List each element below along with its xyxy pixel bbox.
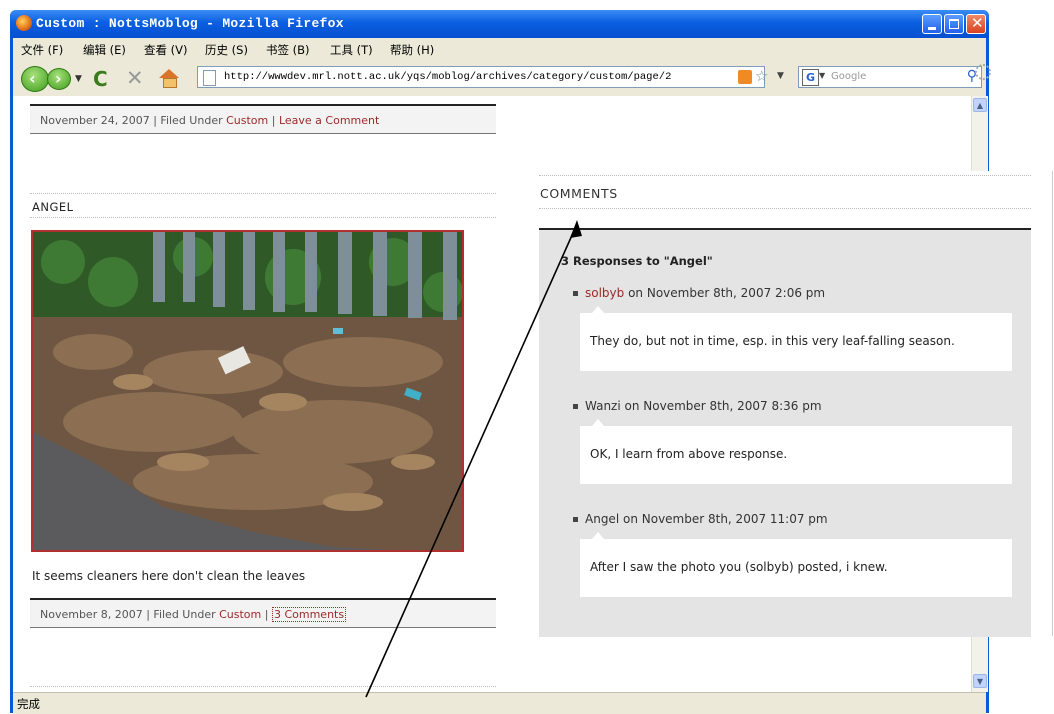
comment-author: Wanzi <box>585 399 621 413</box>
stop-icon[interactable]: ✕ <box>126 66 144 90</box>
filed-under-label: Filed Under <box>160 114 223 127</box>
title-bar: Custom : NottsMoblog - Mozilla Firefox ✕ <box>10 10 989 38</box>
search-box[interactable]: G ▼ Google ⚲ <box>798 66 982 88</box>
search-engine-dropdown-icon[interactable]: ▼ <box>819 71 825 80</box>
status-bar: 完成 <box>13 692 986 714</box>
divider <box>30 217 496 218</box>
comment-author-link[interactable]: solbyb <box>585 286 624 300</box>
home-icon-body <box>163 78 177 88</box>
category-link[interactable]: Custom <box>226 114 268 127</box>
address-bar[interactable]: http://wwwdev.mrl.nott.ac.uk/yqs/moblog/… <box>197 66 784 88</box>
post-caption: It seems cleaners here don't clean the l… <box>32 569 306 583</box>
bookmark-star-icon[interactable]: ☆ <box>755 67 768 85</box>
forward-button[interactable]: › <box>47 68 71 90</box>
menu-bookmarks[interactable]: 书签 (B) <box>266 42 310 58</box>
navigation-toolbar: ‹ › ▼ C ✕ http://wwwdev.mrl.nott.ac.uk/y… <box>13 60 991 97</box>
comment-header: Wanzi on November 8th, 2007 8:36 pm <box>573 399 822 413</box>
bullet-icon <box>573 517 578 522</box>
post-date: November 8, 2007 <box>40 608 143 621</box>
leaves-photo-image <box>33 232 462 550</box>
leave-comment-link[interactable]: Leave a Comment <box>279 114 379 127</box>
close-button[interactable]: ✕ <box>966 14 986 34</box>
filed-under-label: Filed Under <box>153 608 216 621</box>
comments-link[interactable]: 3 Comments <box>271 607 347 622</box>
comments-title: COMMENTS <box>540 186 618 201</box>
divider <box>30 686 496 687</box>
comment-header: solbyb on November 8th, 2007 2:06 pm <box>573 286 825 300</box>
comment-author: Angel <box>585 512 620 526</box>
menu-tools[interactable]: 工具 (T) <box>330 42 373 58</box>
comment-body: They do, but not in time, esp. in this v… <box>580 306 1012 371</box>
menu-history[interactable]: 历史 (S) <box>205 42 248 58</box>
throbber-icon <box>975 64 991 80</box>
post-meta-bar: November 8, 2007 | Filed Under Custom | … <box>30 598 496 628</box>
bullet-icon <box>573 291 578 296</box>
search-engine-icon[interactable]: G <box>802 69 819 86</box>
maximize-button[interactable] <box>944 14 964 34</box>
comment-body: OK, I learn from above response. <box>580 419 1012 484</box>
popout-edge <box>1052 171 1053 636</box>
post-date: November 24, 2007 <box>40 114 150 127</box>
menu-view[interactable]: 查看 (V) <box>144 42 188 58</box>
comment-date: on November 8th, 2007 2:06 pm <box>628 286 826 300</box>
comment-body: After I saw the photo you (solbyb) poste… <box>580 532 1012 597</box>
scroll-down-icon[interactable]: ▼ <box>973 674 987 688</box>
back-arrow-icon: ‹ <box>29 69 36 88</box>
scroll-up-icon[interactable]: ▲ <box>973 98 987 112</box>
responses-heading: 3 Responses to "Angel" <box>561 254 713 268</box>
comment-date: on November 8th, 2007 11:07 pm <box>622 512 828 526</box>
post-meta-bar: November 24, 2007 | Filed Under Custom |… <box>30 104 496 134</box>
page-icon <box>203 70 216 86</box>
menu-file[interactable]: 文件 (F) <box>21 42 63 58</box>
category-link[interactable]: Custom <box>219 608 261 621</box>
divider <box>30 193 496 194</box>
url-dropdown-icon[interactable]: ▼ <box>777 71 784 81</box>
comment-text: After I saw the photo you (solbyb) poste… <box>590 560 888 574</box>
comment-date: on November 8th, 2007 8:36 pm <box>624 399 822 413</box>
post-photo[interactable] <box>31 230 464 552</box>
url-text[interactable]: http://wwwdev.mrl.nott.ac.uk/yqs/moblog/… <box>224 71 671 83</box>
forward-arrow-icon: › <box>55 69 62 88</box>
menu-bar: 文件 (F) 编辑 (E) 查看 (V) 历史 (S) 书签 (B) 工具 (T… <box>13 38 986 60</box>
bullet-icon <box>573 404 578 409</box>
history-dropdown-icon[interactable]: ▼ <box>75 74 82 84</box>
comment-text: OK, I learn from above response. <box>590 447 788 461</box>
firefox-logo-icon <box>16 15 32 31</box>
comment-text: They do, but not in time, esp. in this v… <box>590 334 955 348</box>
comment-header: Angel on November 8th, 2007 11:07 pm <box>573 512 828 526</box>
window-title: Custom : NottsMoblog - Mozilla Firefox <box>36 16 344 31</box>
minimize-button[interactable] <box>922 14 942 34</box>
comments-header: COMMENTS <box>539 171 1031 230</box>
search-placeholder: Google <box>831 71 867 82</box>
reload-icon[interactable]: C <box>93 67 108 91</box>
comments-popout: COMMENTS 3 Responses to "Angel" solbyb o… <box>539 171 1031 637</box>
menu-edit[interactable]: 编辑 (E) <box>83 42 126 58</box>
rss-feed-icon[interactable] <box>738 70 752 84</box>
post-title[interactable]: ANGEL <box>32 200 74 214</box>
back-button[interactable]: ‹ <box>21 66 49 92</box>
home-icon[interactable] <box>159 69 179 78</box>
status-text: 完成 <box>17 697 40 711</box>
close-icon: ✕ <box>971 14 984 32</box>
menu-help[interactable]: 帮助 (H) <box>390 42 434 58</box>
